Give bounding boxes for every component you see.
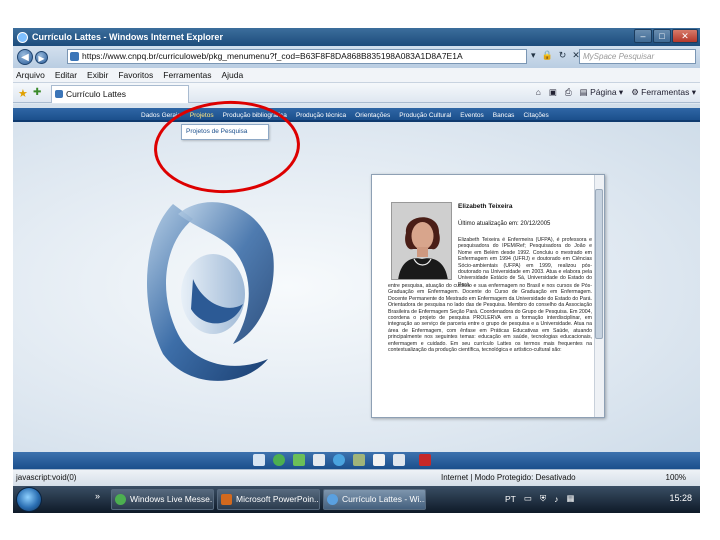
tools-icon[interactable] (253, 454, 265, 466)
clock[interactable]: 15:28 (669, 493, 692, 503)
menu-arquivo[interactable]: Arquivo (16, 70, 45, 80)
menu-exibir[interactable]: Exibir (87, 70, 108, 80)
menu-editar[interactable]: Editar (55, 70, 77, 80)
search-input[interactable]: MySpace Pesquisar (579, 49, 696, 64)
profile-photo (391, 202, 452, 280)
tray-shield-icon[interactable]: ⛨ (540, 493, 546, 504)
nav-bancas[interactable]: Bancas (493, 112, 515, 119)
language-indicator[interactable]: PT (505, 494, 516, 504)
nav-citacoes[interactable]: Citações (523, 112, 548, 119)
taskbar-lattes-label: Currículo Lattes - Wi... (342, 494, 426, 504)
taskbar: » Windows Live Messe... Microsoft PowerP… (13, 486, 700, 513)
status-bar: javascript:void(0) Internet | Modo Prote… (13, 469, 700, 486)
taskbar-powerpoint-label: Microsoft PowerPoin... (236, 494, 320, 504)
network-icon[interactable] (353, 454, 365, 466)
page-favicon-icon (70, 52, 79, 61)
favorites-bar: ★ ✚ Currículo Lattes ⌂ ▣ ⎙ ▤ Página ▾ ⚙ … (13, 83, 700, 103)
window-icon[interactable] (393, 454, 405, 466)
nav-orientacoes[interactable]: Orientações (355, 112, 390, 119)
page-menu[interactable]: ▤ Página ▾ (580, 87, 624, 98)
tab-favicon-icon (55, 90, 63, 98)
lattes-logo-icon (146, 202, 274, 381)
status-link: javascript:void(0) (16, 473, 77, 482)
tab-label: Currículo Lattes (66, 89, 126, 99)
ie-task-icon (327, 494, 338, 505)
title-bar: Currículo Lattes - Windows Internet Expl… (13, 28, 700, 46)
menu-bar: Arquivo Editar Exibir Favoritos Ferramen… (13, 68, 700, 83)
refresh-green-icon[interactable] (273, 454, 285, 466)
print-icon[interactable]: ⎙ (565, 87, 572, 98)
back-button[interactable]: ◀ (17, 49, 33, 65)
profile-panel: Elizabeth Teixeira Último atualização em… (371, 174, 605, 418)
status-zone: Internet | Modo Protegido: Desativado (441, 473, 576, 482)
ie-icon (17, 31, 28, 43)
scrollbar-thumb[interactable] (595, 189, 603, 339)
tools-menu-label: Ferramentas (641, 87, 690, 97)
screenshot: Currículo Lattes - Windows Internet Expl… (13, 28, 700, 513)
add-favorite-icon[interactable]: ✚ (33, 87, 41, 98)
globe-icon[interactable] (333, 454, 345, 466)
download-icon[interactable] (293, 454, 305, 466)
nav-producao-cultural[interactable]: Produção Cultural (399, 112, 451, 119)
profile-bio-short: Elizabeth Teixeira é Enfermeira (UFPA), … (458, 237, 592, 288)
tray-volume-icon[interactable]: ♪ (554, 494, 558, 504)
lattes-nav-bar: Dados Gerais Projetos Produção bibliográ… (13, 108, 700, 122)
page-menu-label: Página (590, 87, 617, 97)
zoom-level[interactable]: 100% (666, 473, 686, 482)
menu-ferramentas[interactable]: Ferramentas (163, 70, 211, 80)
address-dropdown-icon[interactable]: ▾ (531, 50, 536, 61)
address-url: https://www.cnpq.br/curriculoweb/pkg_men… (82, 51, 463, 61)
quick-launch-expand[interactable]: » (95, 491, 100, 501)
tab-curriculo-lattes[interactable]: Currículo Lattes (51, 85, 189, 103)
pdf-icon[interactable] (419, 454, 431, 466)
refresh-icon[interactable]: ↻ (559, 50, 567, 61)
favorites-star-icon[interactable]: ★ (18, 87, 28, 100)
portrait-image (392, 203, 451, 279)
address-row: ◀ ▶ https://www.cnpq.br/curriculoweb/pkg… (13, 46, 700, 68)
tools-menu[interactable]: ⚙ Ferramentas ▾ (631, 87, 696, 98)
taskbar-powerpoint[interactable]: Microsoft PowerPoin... (217, 489, 320, 510)
forward-button[interactable]: ▶ (35, 50, 48, 64)
address-field[interactable]: https://www.cnpq.br/curriculoweb/pkg_men… (67, 49, 527, 64)
taskbar-messenger[interactable]: Windows Live Messe... (111, 489, 214, 510)
menu-favoritos[interactable]: Favoritos (118, 70, 153, 80)
tray-monitor-icon[interactable]: ▭ (524, 493, 532, 504)
feeds-icon[interactable]: ▣ (549, 87, 557, 98)
home-icon[interactable]: ⌂ (536, 87, 541, 98)
close-button[interactable]: ✕ (672, 29, 698, 43)
window-title: Currículo Lattes - Windows Internet Expl… (32, 32, 223, 42)
print-page-icon[interactable] (313, 454, 325, 466)
system-tray: PT ▭ ⛨ ♪ ▦ (505, 493, 575, 504)
profile-name: Elizabeth Teixeira (458, 203, 513, 210)
taskbar-lattes[interactable]: Currículo Lattes - Wi... (323, 489, 426, 510)
tray-network-icon[interactable]: ▦ (567, 493, 575, 504)
profile-bio-long: entre pesquisa, atuação do cuidado e sua… (388, 283, 592, 354)
panel-scrollbar[interactable] (594, 175, 604, 417)
taskbar-messenger-label: Windows Live Messe... (130, 494, 214, 504)
profile-updated: Último atualização em: 20/12/2005 (458, 221, 551, 227)
menu-ajuda[interactable]: Ajuda (221, 70, 243, 80)
nav-eventos[interactable]: Eventos (460, 112, 484, 119)
powerpoint-icon (221, 494, 232, 505)
minimize-button[interactable]: – (634, 29, 652, 43)
start-button[interactable] (16, 487, 42, 512)
document-icon[interactable] (373, 454, 385, 466)
lattes-page: Dados Gerais Projetos Produção bibliográ… (13, 104, 700, 469)
maximize-button[interactable]: □ (653, 29, 671, 43)
lattes-bottom-toolbar (13, 452, 700, 469)
messenger-icon (115, 494, 126, 505)
lock-icon[interactable]: 🔒 (542, 50, 553, 61)
nav-producao-tecnica[interactable]: Produção técnica (296, 112, 346, 119)
